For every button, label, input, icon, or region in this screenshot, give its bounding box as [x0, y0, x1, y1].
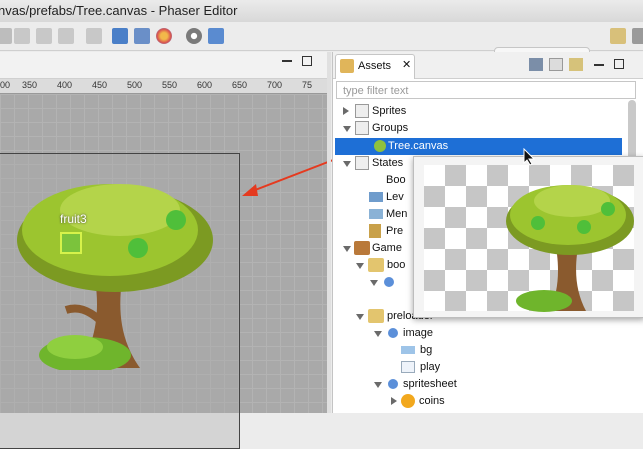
tree-preview-image: [506, 185, 634, 312]
editor-tabbar: [0, 52, 327, 79]
character-icon: [369, 224, 381, 238]
monitor-icon[interactable]: [529, 58, 543, 71]
chevron-down-icon[interactable]: [374, 331, 382, 337]
minimize-icon[interactable]: [594, 64, 604, 66]
sash[interactable]: [327, 52, 331, 413]
tree-label: Sprites: [372, 105, 407, 117]
open-perspective-icon[interactable]: [610, 28, 626, 44]
tree-label: Men: [386, 208, 408, 220]
tree-icon: [374, 140, 386, 152]
tab-assets-label: Assets: [358, 60, 392, 72]
chevron-down-icon[interactable]: [356, 314, 364, 320]
chevron-down-icon[interactable]: [343, 246, 351, 252]
folder-icon: [368, 309, 384, 323]
tree-label: Tree.canvas: [388, 140, 449, 152]
tree-label: Groups: [372, 122, 409, 134]
tree-label: coins: [419, 395, 445, 407]
dot-icon: [388, 379, 398, 389]
minimize-icon[interactable]: [282, 60, 292, 62]
layers-icon[interactable]: [86, 28, 102, 44]
window-titlebar: nvas/prefabs/Tree.canvas - Phaser Editor: [0, 0, 643, 22]
image-icon: [369, 209, 383, 219]
tree-label: States: [372, 157, 404, 169]
selected-sprite-handle[interactable]: [60, 232, 82, 254]
ruler-tick: 400: [57, 80, 73, 90]
tree-label: boo: [387, 259, 406, 271]
toolbar-icon-1[interactable]: [0, 28, 12, 44]
tree-sprite[interactable]: [0, 170, 240, 370]
tree-label: Lev: [386, 191, 404, 203]
mouse-cursor-icon: [523, 148, 535, 166]
ruler-tick: 75: [302, 80, 313, 90]
folder-icon: [368, 258, 384, 272]
tree-label: play: [420, 361, 441, 373]
box-icon: [354, 241, 370, 255]
chevron-down-icon[interactable]: [343, 161, 351, 167]
image-icon: [401, 361, 415, 373]
ruler-tick: 500: [127, 80, 143, 90]
dot-icon: [384, 277, 394, 287]
coin-icon: [401, 394, 415, 408]
chevron-right-icon[interactable]: [391, 397, 397, 405]
folder-pen-icon: [355, 104, 369, 118]
palette-icon[interactable]: [156, 28, 172, 44]
window-title: nvas/prefabs/Tree.canvas - Phaser Editor: [0, 3, 238, 18]
main-toolbar: Quick Access: [0, 22, 643, 69]
align-center-icon[interactable]: [36, 28, 52, 44]
ruler-tick: 650: [232, 80, 248, 90]
close-icon[interactable]: ✕: [402, 58, 411, 71]
perspective-icon[interactable]: [632, 28, 643, 44]
sprite-name-label: fruit3: [60, 212, 87, 226]
chevron-down-icon[interactable]: [374, 382, 382, 388]
tree-label: Game: [372, 242, 402, 254]
maximize-icon[interactable]: [302, 56, 312, 66]
tree-label: bg: [420, 344, 433, 356]
assets-tabbar: Assets ✕: [333, 52, 643, 79]
image-icon: [401, 346, 415, 354]
dot-icon: [388, 328, 398, 338]
ruler-tick: 00: [0, 80, 11, 90]
tab-assets[interactable]: Assets ✕: [335, 54, 415, 79]
new-file-icon[interactable]: [549, 58, 563, 71]
ruler-tick: 700: [267, 80, 283, 90]
filter-input[interactable]: type filter text: [336, 81, 636, 99]
align-right-icon[interactable]: [58, 28, 74, 44]
maximize-icon[interactable]: [614, 59, 624, 69]
folder-pen-icon: [355, 121, 369, 135]
chevron-down-icon[interactable]: [356, 263, 364, 269]
run-icon[interactable]: [208, 28, 224, 44]
tree-label: Boo: [386, 174, 406, 186]
folder-pen-icon: [355, 156, 369, 170]
ruler-tick: 350: [22, 80, 38, 90]
outline-icon[interactable]: [112, 28, 128, 44]
horizontal-ruler: 00 350 400 450 500 550 600 650 700 75: [0, 79, 327, 94]
chevron-down-icon[interactable]: [343, 126, 351, 132]
tree-label: image: [403, 327, 433, 339]
assets-box-icon: [340, 59, 354, 73]
image-icon: [369, 192, 383, 202]
ruler-tick: 550: [162, 80, 178, 90]
asset-preview-popup: [413, 156, 643, 318]
ruler-tick: 600: [197, 80, 213, 90]
tree-label: Pre: [386, 225, 404, 237]
import-icon[interactable]: [569, 58, 583, 71]
chevron-right-icon[interactable]: [343, 107, 349, 115]
align-icon[interactable]: [14, 28, 30, 44]
gear-icon[interactable]: [186, 28, 202, 44]
ruler-tick: 450: [92, 80, 108, 90]
tree-label: spritesheet: [403, 378, 457, 390]
chevron-down-icon[interactable]: [370, 280, 378, 286]
layout-icon[interactable]: [134, 28, 150, 44]
